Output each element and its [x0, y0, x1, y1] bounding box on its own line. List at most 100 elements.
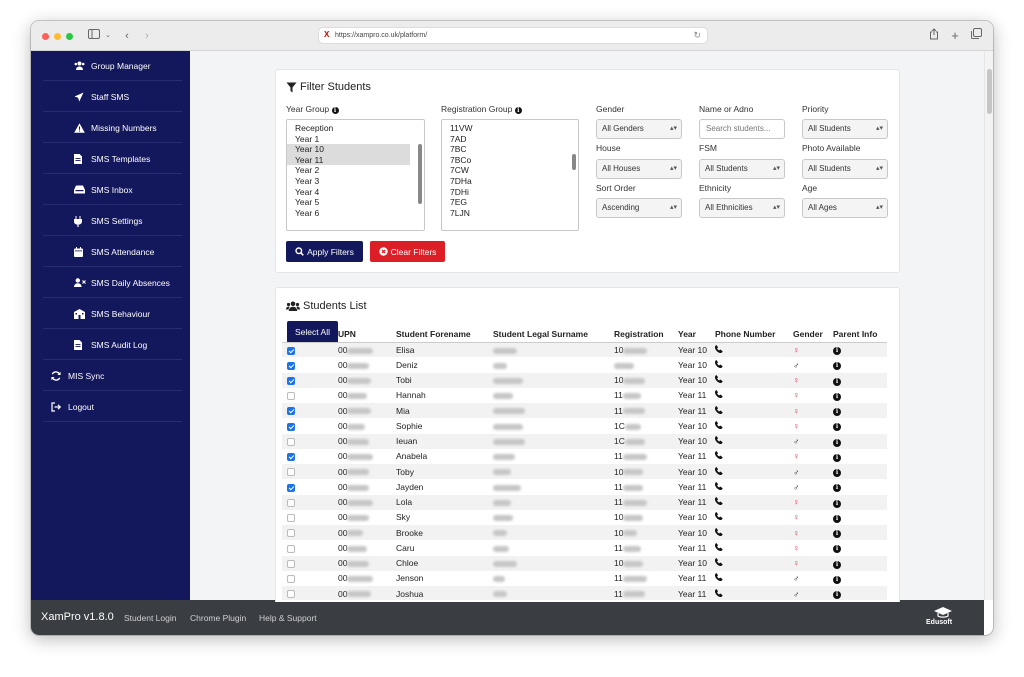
- parent-info-icon[interactable]: i: [833, 408, 841, 417]
- reg-group-listbox[interactable]: 11VW 7AD 7BC 7BCo 7CW 7DHa 7DHi 7EG 7LJN: [441, 119, 579, 231]
- close-window-button[interactable]: [42, 33, 49, 40]
- parent-info-icon[interactable]: i: [833, 392, 841, 401]
- maximize-window-button[interactable]: [66, 33, 73, 40]
- footer-link-help-support[interactable]: Help & Support: [259, 613, 317, 623]
- parent-info-icon[interactable]: i: [833, 591, 841, 600]
- year-group-option[interactable]: Reception: [287, 123, 410, 134]
- reg-group-option[interactable]: 11VW: [442, 123, 578, 134]
- year-group-option[interactable]: Year 5: [287, 197, 410, 208]
- parent-info-icon[interactable]: i: [833, 514, 841, 523]
- parent-info-icon[interactable]: i: [833, 530, 841, 539]
- sidebar-item-sms-settings[interactable]: SMS Settings: [43, 206, 182, 236]
- year-group-option[interactable]: Year 6: [287, 208, 410, 219]
- phone-icon[interactable]: [714, 497, 723, 506]
- priority-select[interactable]: All Students ▴▾: [802, 119, 888, 139]
- parent-info-icon[interactable]: i: [833, 377, 841, 386]
- sidebar-item-logout[interactable]: Logout: [43, 392, 182, 422]
- footer-link-student-login[interactable]: Student Login: [124, 613, 176, 623]
- row-checkbox[interactable]: [287, 498, 295, 507]
- parent-info-icon[interactable]: i: [833, 499, 841, 508]
- row-checkbox[interactable]: [287, 361, 295, 370]
- fsm-select[interactable]: All Students ▴▾: [699, 159, 785, 179]
- sort-select[interactable]: Ascending ▴▾: [596, 198, 682, 218]
- table-row[interactable]: 00 Deniz Year 10 ♂ i: [282, 357, 887, 372]
- listbox-scrollbar[interactable]: [418, 144, 422, 204]
- ethnicity-select[interactable]: All Ethnicities ▴▾: [699, 198, 785, 218]
- clear-filters-button[interactable]: Clear Filters: [370, 241, 445, 262]
- phone-icon[interactable]: [714, 558, 723, 567]
- share-icon[interactable]: [928, 28, 940, 44]
- year-group-option[interactable]: Year 10: [287, 144, 410, 155]
- parent-info-icon[interactable]: i: [833, 484, 841, 493]
- phone-icon[interactable]: [714, 512, 723, 521]
- phone-icon[interactable]: [714, 375, 723, 384]
- table-row[interactable]: 00 Lola 11 Year 11 ♀ i: [282, 494, 887, 510]
- row-checkbox[interactable]: [287, 590, 295, 599]
- phone-icon[interactable]: [714, 360, 723, 368]
- table-row[interactable]: 00 Toby 10 Year 10 ♂ i: [282, 464, 887, 480]
- phone-icon[interactable]: [714, 466, 723, 475]
- reg-group-option[interactable]: 7EG: [442, 197, 578, 208]
- sidebar-item-missing-numbers[interactable]: Missing Numbers: [43, 113, 182, 143]
- row-checkbox[interactable]: [287, 437, 295, 446]
- row-checkbox[interactable]: [287, 575, 295, 584]
- year-group-option[interactable]: Year 3: [287, 176, 410, 187]
- phone-icon[interactable]: [714, 390, 723, 399]
- chevron-down-icon[interactable]: ⌄: [104, 28, 112, 44]
- table-row[interactable]: 00 Brooke 10 Year 10 ♀ i: [282, 525, 887, 541]
- reg-group-option[interactable]: 7BC: [442, 144, 578, 155]
- year-group-option[interactable]: Year 1: [287, 134, 410, 145]
- phone-icon[interactable]: [714, 436, 723, 445]
- sidebar-item-mis-sync[interactable]: MIS Sync: [43, 361, 182, 391]
- photo-select[interactable]: All Students ▴▾: [802, 159, 888, 179]
- table-row[interactable]: 00 Mia 11 Year 11 ♀ i: [282, 403, 887, 419]
- table-row[interactable]: 00 Chloe 10 Year 10 ♀ i: [282, 555, 887, 571]
- row-checkbox[interactable]: [287, 376, 295, 385]
- table-row[interactable]: 00 Hannah 11 Year 11 ♀ i: [282, 388, 887, 403]
- phone-icon[interactable]: [714, 573, 723, 582]
- reg-group-option[interactable]: 7CW: [442, 165, 578, 176]
- phone-icon[interactable]: [714, 451, 723, 460]
- parent-info-icon[interactable]: i: [833, 423, 841, 432]
- parent-info-icon[interactable]: i: [833, 560, 841, 569]
- parent-info-icon[interactable]: i: [833, 438, 841, 447]
- table-row[interactable]: 00 Sky 10 Year 10 ♀ i: [282, 510, 887, 525]
- table-row[interactable]: 00 Joshua 11 Year 11 ♂ i: [282, 586, 887, 600]
- forward-icon[interactable]: ›: [142, 28, 152, 44]
- phone-icon[interactable]: [714, 482, 723, 490]
- table-row[interactable]: 00 Jayden 11 Year 11 ♂ i: [282, 479, 887, 494]
- reg-group-option[interactable]: 7LJN: [442, 208, 578, 219]
- table-row[interactable]: 00 Jenson 11 Year 11 ♂ i: [282, 571, 887, 586]
- row-checkbox[interactable]: [287, 422, 295, 431]
- row-checkbox[interactable]: [287, 453, 295, 462]
- row-checkbox[interactable]: [287, 544, 295, 553]
- row-checkbox[interactable]: [287, 559, 295, 568]
- row-checkbox[interactable]: [287, 514, 295, 523]
- table-row[interactable]: 00 Anabela 11 Year 11 ♀ i: [282, 449, 887, 464]
- row-checkbox[interactable]: [287, 529, 295, 538]
- sidebar-item-sms-templates[interactable]: SMS Templates: [43, 144, 182, 174]
- sidebar-item-group-manager[interactable]: Group Manager: [43, 51, 182, 81]
- sidebar-item-staff-sms[interactable]: Staff SMS: [43, 82, 182, 112]
- parent-info-icon[interactable]: i: [833, 347, 841, 356]
- reg-group-option[interactable]: 7DHi: [442, 187, 578, 198]
- gender-select[interactable]: All Genders ▴▾: [596, 119, 682, 139]
- age-select[interactable]: All Ages ▴▾: [802, 198, 888, 218]
- table-row[interactable]: 00 Ieuan 1C Year 10 ♂ i: [282, 433, 887, 449]
- search-input[interactable]: Search students...: [699, 119, 785, 139]
- page-scrollbar[interactable]: [984, 51, 993, 600]
- parent-info-icon[interactable]: i: [833, 362, 841, 371]
- parent-info-icon[interactable]: i: [833, 575, 841, 584]
- phone-icon[interactable]: [714, 421, 723, 429]
- phone-icon[interactable]: [714, 527, 723, 536]
- row-checkbox[interactable]: [287, 407, 295, 416]
- reload-icon[interactable]: ↻: [693, 30, 701, 41]
- scrollbar-thumb[interactable]: [987, 69, 992, 114]
- phone-icon[interactable]: [714, 543, 723, 551]
- minimize-window-button[interactable]: [54, 33, 61, 40]
- parent-info-icon[interactable]: i: [833, 545, 841, 554]
- table-row[interactable]: 00 Sophie 1C Year 10 ♀ i: [282, 418, 887, 433]
- reg-group-option[interactable]: 7BCo: [442, 155, 578, 166]
- year-group-option[interactable]: Year 2: [287, 165, 410, 176]
- row-checkbox[interactable]: [287, 483, 295, 492]
